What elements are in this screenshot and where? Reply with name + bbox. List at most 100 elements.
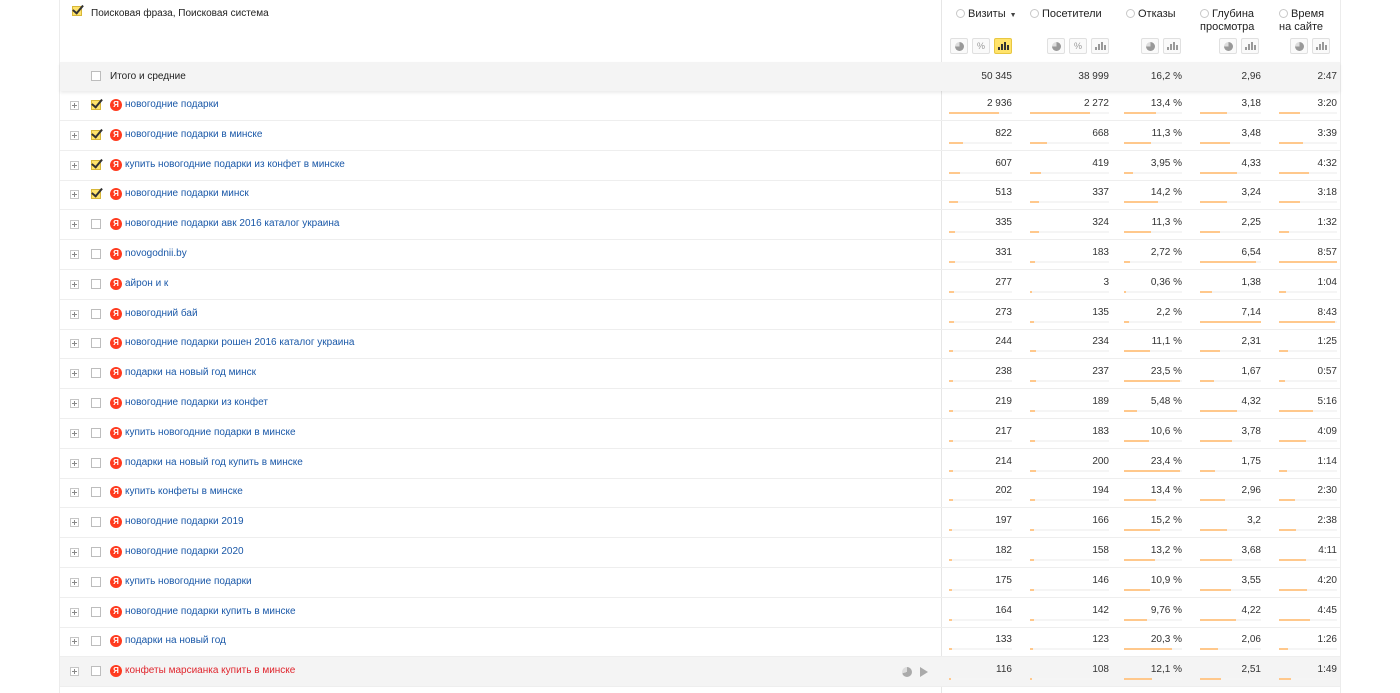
search-phrase-link[interactable]: новогодние подарки из конфет [125,397,268,408]
dimension-title[interactable]: Поисковая фраза, Поисковая система [91,8,269,19]
expand-row-icon[interactable] [70,637,79,647]
search-phrase-link[interactable]: конфеты марсианка купить в минске [125,665,295,676]
row-checkbox[interactable] [91,308,101,319]
search-phrase-link[interactable]: купить новогодние подарки в минске [125,427,296,438]
table-row[interactable]: Яновогодний бай 273 135 2,2 % 7,14 8:43 [60,300,1340,330]
search-phrase-link[interactable]: новогодние подарки в минске [125,129,262,140]
table-row[interactable]: Яконфеты марсианка купить в минске 116 108… [60,657,1340,688]
table-row[interactable]: Яновогодние подарки 2020 182 158 13,2 % 3,68… [60,538,1340,568]
expand-row-icon[interactable] [70,220,79,230]
row-checkbox[interactable] [91,487,101,498]
expand-row-icon[interactable] [70,488,79,498]
row-checkbox[interactable] [91,547,101,557]
search-phrase-link[interactable]: купить новогодние подарки [125,576,252,587]
bar-chart-toggle[interactable] [994,38,1012,54]
row-checkbox[interactable] [91,189,101,200]
bar-chart-toggle[interactable] [1312,38,1330,54]
percent-toggle[interactable]: % [1069,38,1087,54]
search-phrase-link[interactable]: novogodnii.by [125,248,187,259]
column-header-bounce[interactable]: Отказы [1126,0,1196,62]
table-row[interactable]: Яновогодние подарки минск 513 337 14,2 % 3,2… [60,180,1340,211]
pie-chart-toggle[interactable] [950,38,968,54]
pie-chart-toggle[interactable] [1141,38,1159,54]
expand-row-icon[interactable] [70,399,79,408]
percent-toggle[interactable]: % [972,38,990,54]
pie-chart-toggle[interactable] [1290,38,1308,54]
table-row[interactable]: Яновогодние подарки 2019 197 166 15,2 % 3,2 2… [60,508,1340,539]
expand-row-icon[interactable] [70,130,79,140]
bar-chart-toggle[interactable] [1091,38,1109,54]
expand-row-icon[interactable] [70,339,79,349]
expand-row-icon[interactable] [70,309,79,319]
table-row[interactable]: Яподарки на новый год 133 123 20,3 % 2,06 1:2… [60,627,1340,658]
row-checkbox[interactable] [91,427,101,438]
table-row[interactable]: Яnovogodnii.by 331 183 2,72 % 6,54 8:57 [60,240,1340,270]
search-phrase-link[interactable]: новогодние подарки авк 2016 каталог укра… [125,218,339,229]
search-phrase-link[interactable]: новогодние подарки минск [125,188,249,199]
search-phrase-link[interactable]: подарки на новый год минск [125,367,256,378]
pie-chart-toggle[interactable] [1047,38,1065,54]
expand-row-icon[interactable] [70,577,79,587]
sort-desc-icon[interactable]: ▼ [1010,12,1017,19]
row-checkbox[interactable] [91,636,101,647]
row-checkbox[interactable] [91,249,101,259]
row-checkbox[interactable] [91,368,101,379]
table-row[interactable]: Яновогодние подарки авк 2016 каталог укр… [60,210,1340,241]
search-phrase-link[interactable]: подарки на новый год [125,635,226,646]
search-phrase-link[interactable]: новогодние подарки рошен 2016 каталог ук… [125,337,354,348]
table-row[interactable]: Яподарки на новый год купить в минске 214… [60,449,1340,479]
bar-chart-toggle[interactable] [1163,38,1181,54]
table-row[interactable]: Яновогодние подарки рошен 2016 каталог у… [60,329,1340,360]
expand-row-icon[interactable] [70,607,79,617]
search-phrase-link[interactable]: новогодние подарки 2020 [125,546,244,557]
row-checkbox[interactable] [91,517,101,528]
expand-row-icon[interactable] [70,428,79,438]
expand-row-icon[interactable] [70,250,79,259]
play-icon[interactable] [920,667,928,678]
row-checkbox[interactable] [91,100,101,110]
expand-row-icon[interactable] [70,369,79,379]
table-row[interactable]: Якупить конфеты в минске 202 194 13,4 % 2,96… [60,478,1340,509]
expand-row-icon[interactable] [70,190,79,200]
expand-row-icon[interactable] [70,548,79,557]
expand-row-icon[interactable] [70,279,79,289]
table-row[interactable]: Яновогодние подарки 2 936 2 272 13,4 % 3,18 3… [60,91,1340,121]
search-phrase-link[interactable]: купить конфеты в минске [125,486,243,497]
search-phrase-link[interactable]: купить новогодние подарки из конфет в ми… [125,159,345,170]
search-phrase-link[interactable]: новогодний бай [125,308,198,319]
row-checkbox[interactable] [91,666,101,677]
expand-row-icon[interactable] [70,458,79,468]
search-phrase-link[interactable]: новогодние подарки купить в минске [125,606,296,617]
bar-fill [949,112,999,114]
bar-chart-toggle[interactable] [1241,38,1259,54]
search-phrase-link[interactable]: айрон и к [125,278,168,289]
table-row[interactable]: Яподарки на новый год минск 238 237 23,5 % 1… [60,359,1340,390]
table-row[interactable]: Якупить новогодние подарки в минске 217 18… [60,419,1340,449]
row-checkbox[interactable] [91,278,101,289]
table-row[interactable]: Яновогодние подарки купить в минске 164 14… [60,598,1340,628]
table-row[interactable]: Якупить новогодние подарки из конфет в м… [60,151,1340,181]
search-phrase-link[interactable]: подарки на новый год купить в минске [125,457,303,468]
row-checkbox[interactable] [91,576,101,587]
row-checkbox[interactable] [91,129,101,140]
totals-checkbox[interactable] [91,71,101,81]
select-all-checkbox[interactable] [72,6,82,16]
search-phrase-link[interactable]: новогодние подарки [125,99,219,110]
expand-row-icon[interactable] [70,667,79,677]
expand-row-icon[interactable] [70,160,79,170]
search-phrase-link[interactable]: новогодние подарки 2019 [125,516,244,527]
table-row[interactable]: Яновогодние подарки в минске 822 668 11,3 %… [60,121,1340,151]
pie-chart-icon[interactable] [902,667,912,678]
row-checkbox[interactable] [91,606,101,617]
table-row[interactable]: Яновогодние подарки из конфет 219 189 5,48 … [60,389,1340,419]
row-checkbox[interactable] [91,159,101,170]
pie-chart-toggle[interactable] [1219,38,1237,54]
expand-row-icon[interactable] [70,101,79,110]
row-checkbox[interactable] [91,338,101,349]
expand-row-icon[interactable] [70,518,79,528]
row-checkbox[interactable] [91,457,101,468]
row-checkbox[interactable] [91,219,101,230]
row-checkbox[interactable] [91,398,101,408]
table-row[interactable]: Яайрон и к 277 3 0,36 % 1,38 1:04 [60,270,1340,300]
table-row[interactable]: Якупить новогодние подарки 175 146 10,9 % 3,… [60,568,1340,598]
